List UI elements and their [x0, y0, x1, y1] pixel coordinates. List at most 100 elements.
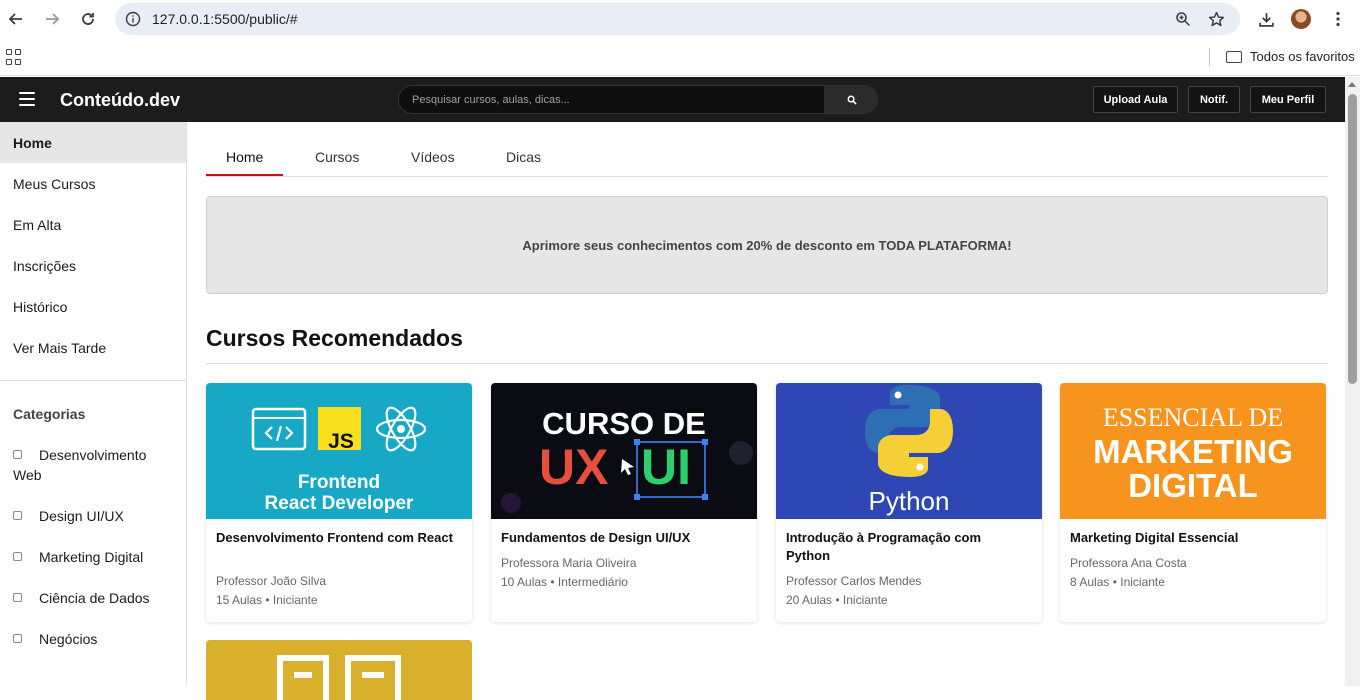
category-label: Desenvolvimento Web	[13, 447, 147, 483]
section-title: Cursos Recomendados	[206, 325, 463, 351]
tab-home[interactable]: Home	[226, 149, 263, 165]
thumb-title: Frontend React Developer	[206, 472, 472, 514]
scroll-thumb[interactable]	[1348, 94, 1357, 384]
notifications-button[interactable]: Notif.	[1188, 86, 1240, 113]
bookmarks-divider	[1209, 48, 1210, 66]
category-label: Negócios	[39, 631, 98, 647]
category-label: Design UI/UX	[39, 508, 124, 524]
thumb-ui-text: UI	[641, 439, 691, 495]
search-icon	[847, 95, 857, 105]
tab-courses[interactable]: Cursos	[315, 149, 359, 165]
course-card-python[interactable]: Python Introdução à Programação com Pyth…	[776, 383, 1042, 622]
url-text[interactable]: 127.0.0.1:5500/public/#	[152, 11, 298, 27]
categories-heading: Categorias	[13, 406, 86, 422]
category-marketing[interactable]: Marketing Digital	[0, 547, 186, 567]
course-teacher: Professor João Silva	[216, 574, 327, 588]
course-info: 8 Aulas • Iniciante	[1070, 575, 1165, 589]
section-divider	[206, 363, 1328, 364]
course-card-html[interactable]	[206, 640, 472, 700]
all-bookmarks-folder[interactable]: Todos os favoritos	[1226, 49, 1355, 64]
course-teacher: Professor Carlos Mendes	[786, 574, 922, 588]
thumb-title: CURSO DE	[542, 406, 706, 441]
bookmarks-bar: Todos os favoritos	[0, 38, 1360, 76]
html5-logo-icon	[277, 655, 401, 700]
checkbox[interactable]	[13, 634, 22, 643]
category-business[interactable]: Negócios	[0, 629, 186, 649]
bookmark-star-icon[interactable]	[1206, 9, 1226, 29]
search-button[interactable]	[824, 86, 877, 113]
promo-banner[interactable]: Aprimore seus conhecimentos com 20% de d…	[206, 196, 1328, 294]
folder-label: Todos os favoritos	[1250, 49, 1355, 64]
app-header: Conteúdo.dev Upload Aula Notif. Meu Perf…	[0, 77, 1345, 122]
address-bar[interactable]: 127.0.0.1:5500/public/#	[115, 3, 1240, 35]
active-tab-indicator	[206, 174, 283, 176]
course-card-uxui[interactable]: CURSO DE UX UI Fundamentos de Design UI/…	[491, 383, 757, 622]
course-title[interactable]: Introdução à Programação com Python	[786, 529, 1026, 565]
thumb-line: Frontend	[297, 472, 381, 493]
my-profile-button[interactable]: Meu Perfil	[1250, 86, 1326, 113]
course-thumbnail: Python	[776, 383, 1042, 519]
folder-icon	[1226, 50, 1242, 63]
search-bar	[398, 85, 878, 114]
back-icon[interactable]	[4, 7, 28, 31]
checkbox[interactable]	[13, 450, 22, 459]
download-icon[interactable]	[1254, 7, 1278, 31]
forward-icon[interactable]	[40, 7, 64, 31]
course-teacher: Professora Maria Oliveira	[501, 556, 637, 570]
thumb-ux: UX	[539, 442, 608, 492]
category-design[interactable]: Design UI/UX	[0, 506, 186, 526]
brand-logo[interactable]: Conteúdo.dev	[60, 90, 180, 111]
course-thumbnail: ESSENCIAL DE MARKETING DIGITAL	[1060, 383, 1326, 519]
sidebar-item-home[interactable]: Home	[0, 122, 186, 163]
course-info: 20 Aulas • Iniciante	[786, 593, 888, 607]
thumb-line: DIGITAL	[1128, 467, 1258, 504]
sidebar-item-my-courses[interactable]: Meus Cursos	[0, 163, 186, 204]
profile-avatar[interactable]	[1291, 9, 1311, 29]
search-input[interactable]	[399, 86, 824, 113]
sidebar-item-trending[interactable]: Em Alta	[0, 204, 186, 245]
menu-kebab-icon[interactable]	[1326, 7, 1350, 31]
sidebar-item-subscriptions[interactable]: Inscrições	[0, 245, 186, 286]
category-web-dev[interactable]: Desenvolvimento Web	[0, 445, 175, 485]
course-thumbnail: CURSO DE UX UI	[491, 383, 757, 519]
zoom-icon[interactable]	[1173, 9, 1193, 29]
category-data-science[interactable]: Ciência de Dados	[0, 588, 186, 608]
sidebar-item-history[interactable]: Histórico	[0, 286, 186, 327]
course-info: 15 Aulas • Iniciante	[216, 593, 318, 607]
thumb-line: ESSENCIAL DE	[1102, 403, 1284, 432]
course-title[interactable]: Marketing Digital Essencial	[1070, 529, 1310, 547]
category-label: Marketing Digital	[39, 549, 144, 565]
scroll-up-icon[interactable]	[1348, 82, 1356, 87]
course-card-marketing[interactable]: ESSENCIAL DE MARKETING DIGITAL Marketing…	[1060, 383, 1326, 622]
page-scrollbar[interactable]	[1345, 77, 1360, 686]
apps-grid-icon[interactable]	[6, 49, 22, 65]
js-logo-text: JS	[328, 430, 354, 453]
category-label: Ciência de Dados	[39, 590, 150, 606]
course-thumbnail: JS Frontend React Developer	[206, 383, 472, 519]
tab-videos[interactable]: Vídeos	[411, 149, 455, 165]
thumb-line: React Developer	[264, 493, 414, 514]
uxui-thumbnail-art	[501, 439, 753, 513]
main-content: Home Cursos Vídeos Dicas Aprimore seus c…	[206, 122, 1328, 700]
sidebar: Home Meus Cursos Em Alta Inscrições Hist…	[0, 122, 187, 686]
course-title[interactable]: Fundamentos de Design UI/UX	[501, 529, 741, 547]
thumb-ux-text: UX	[539, 439, 609, 495]
sidebar-item-watch-later[interactable]: Ver Mais Tarde	[0, 327, 186, 368]
thumb-title: Python	[868, 486, 950, 516]
tab-tips[interactable]: Dicas	[506, 149, 541, 165]
checkbox[interactable]	[13, 511, 22, 520]
sidebar-divider	[0, 380, 186, 381]
checkbox[interactable]	[13, 552, 22, 561]
reload-icon[interactable]	[76, 7, 100, 31]
course-teacher: Professora Ana Costa	[1070, 556, 1187, 570]
course-title[interactable]: Desenvolvimento Frontend com React	[216, 529, 456, 547]
browser-toolbar: 127.0.0.1:5500/public/#	[0, 0, 1360, 38]
course-card-react[interactable]: JS Frontend React Developer Desenvolvime…	[206, 383, 472, 622]
hamburger-menu-icon[interactable]	[19, 92, 35, 106]
course-info: 10 Aulas • Intermediário	[501, 575, 628, 589]
site-info-icon[interactable]	[123, 9, 143, 29]
upload-lesson-button[interactable]: Upload Aula	[1093, 86, 1178, 113]
content-tabs: Home Cursos Vídeos Dicas	[206, 122, 1328, 177]
thumb-line: MARKETING	[1093, 433, 1293, 470]
checkbox[interactable]	[13, 593, 22, 602]
